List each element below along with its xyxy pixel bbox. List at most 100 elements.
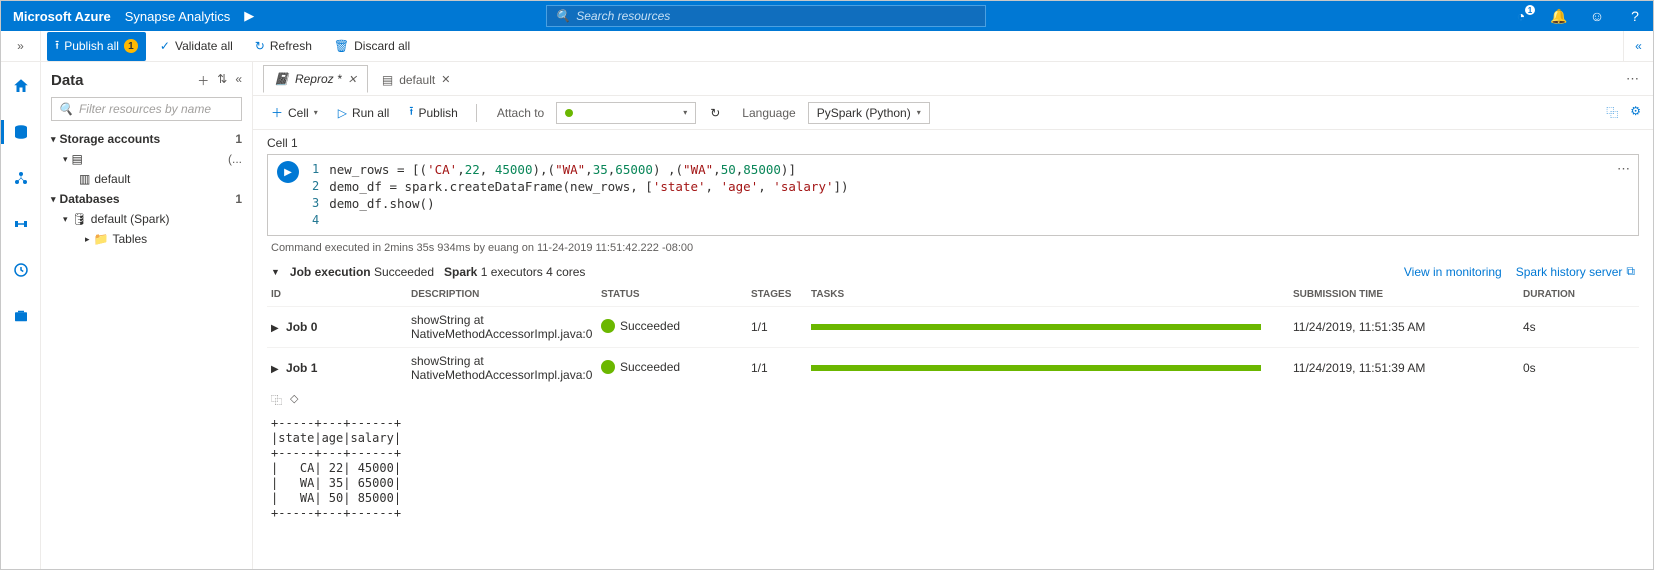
refresh-label: Refresh bbox=[270, 39, 312, 53]
add-cell-button[interactable]: ＋Cell▾ bbox=[265, 101, 324, 124]
plus-icon: ＋ bbox=[271, 104, 283, 121]
run-all-button[interactable]: ▷Run all bbox=[332, 103, 396, 123]
job-submission: 11/24/2019, 11:51:39 AM bbox=[1289, 348, 1519, 389]
storage-ellipsis: (... bbox=[228, 152, 242, 166]
status-connected-icon bbox=[565, 109, 573, 117]
storage-icon: ▤ bbox=[382, 73, 393, 87]
language-label: Language bbox=[742, 106, 795, 120]
nav-home-icon[interactable] bbox=[9, 74, 33, 98]
nav-monitor-icon[interactable] bbox=[9, 258, 33, 282]
notebook-toolbar: ＋Cell▾ ▷Run all ⭱Publish Attach to ▾ ↻ L… bbox=[253, 96, 1653, 130]
nav-rail bbox=[1, 62, 41, 569]
refresh-icon: ↻ bbox=[710, 106, 720, 120]
tables-label: Tables bbox=[112, 232, 147, 246]
clear-output-button[interactable]: ◇ bbox=[290, 392, 298, 408]
view-monitoring-link[interactable]: View in monitoring bbox=[1404, 264, 1502, 279]
close-icon[interactable]: ✕ bbox=[348, 73, 357, 86]
caret-right-icon[interactable]: ▶ bbox=[244, 8, 254, 24]
workspace: 📓 Reproz * ✕ ▤ default ✕ ⋯ ＋Cell▾ ▷Run a… bbox=[253, 62, 1653, 569]
nav-develop-icon[interactable] bbox=[9, 166, 33, 190]
settings-icon[interactable]: ⚙ bbox=[1630, 104, 1641, 121]
tab-default[interactable]: ▤ default ✕ bbox=[372, 65, 461, 93]
collapse-panel-button[interactable]: « bbox=[1623, 31, 1653, 61]
cell-menu-button[interactable]: ⋯ bbox=[1609, 155, 1638, 235]
close-icon[interactable]: ✕ bbox=[441, 73, 450, 86]
chevron-down-icon: ▾ bbox=[314, 108, 318, 117]
help-icon[interactable]: ? bbox=[1627, 8, 1643, 24]
publish-all-label: Publish all bbox=[64, 39, 119, 53]
discard-all-button[interactable]: 🗑 Discard all bbox=[326, 35, 418, 57]
folder-icon: 📁 bbox=[94, 232, 109, 246]
run-cell-button[interactable]: ▶ bbox=[277, 161, 299, 183]
caret-down-icon: ▾ bbox=[63, 214, 68, 225]
upload-icon: ⭱ bbox=[409, 102, 413, 123]
bell-icon[interactable]: 🔔 bbox=[1551, 8, 1567, 24]
external-link-icon: ⧉ bbox=[1626, 264, 1635, 279]
publish-label: Publish bbox=[419, 106, 458, 120]
job-exec-label: Job execution bbox=[290, 265, 371, 279]
search-icon: 🔍 bbox=[555, 9, 570, 23]
publish-button[interactable]: ⭱ Publish bbox=[403, 99, 464, 126]
task-progress-bar bbox=[811, 365, 1261, 371]
add-icon[interactable]: ＋ bbox=[197, 72, 209, 89]
table-row[interactable]: ▶ Job 0 showString at NativeMethodAccess… bbox=[267, 307, 1639, 348]
top-header: Microsoft Azure Synapse Analytics ▶ 🔍 Se… bbox=[1, 1, 1653, 31]
spark-history-link[interactable]: Spark history server ⧉ bbox=[1516, 264, 1635, 279]
nav-manage-icon[interactable] bbox=[9, 304, 33, 328]
feedback-icon[interactable]: ☺ bbox=[1589, 8, 1605, 24]
chevron-down-icon: ▾ bbox=[917, 108, 921, 117]
brand-product[interactable]: Synapse Analytics bbox=[125, 9, 231, 24]
brand-azure[interactable]: Microsoft Azure bbox=[13, 9, 111, 24]
divider bbox=[476, 104, 477, 122]
task-progress-bar bbox=[811, 324, 1261, 330]
attach-to-dropdown[interactable]: ▾ bbox=[556, 102, 696, 124]
caret-down-icon: ▾ bbox=[63, 154, 68, 165]
status-succeeded: Succeeded bbox=[601, 319, 680, 333]
nav-integrate-icon[interactable] bbox=[9, 212, 33, 236]
container-default-item[interactable]: ▥ default bbox=[41, 169, 252, 189]
panel-title: Data bbox=[51, 72, 197, 89]
storage-account-item[interactable]: ▾ ▤ (... bbox=[41, 149, 252, 169]
database-default-spark[interactable]: ▾ 🛢 default (Spark) bbox=[41, 209, 252, 229]
run-all-label: Run all bbox=[352, 106, 389, 120]
refresh-button[interactable]: ↻ Refresh bbox=[247, 35, 320, 57]
caret-right-icon[interactable]: ▶ bbox=[271, 364, 283, 375]
job-id: Job 1 bbox=[286, 361, 317, 375]
outline-icon[interactable]: ⿻ bbox=[1606, 104, 1618, 121]
databases-node[interactable]: ▾ Databases 1 bbox=[41, 189, 252, 209]
databases-count: 1 bbox=[235, 192, 242, 206]
panel-menu-icon[interactable]: ⇅ bbox=[217, 72, 227, 89]
filter-input[interactable]: 🔍 Filter resources by name bbox=[51, 97, 242, 121]
language-dropdown[interactable]: PySpark (Python) ▾ bbox=[808, 102, 930, 124]
job-desc: showString at NativeMethodAccessorImpl.j… bbox=[407, 307, 597, 348]
tab-reproz[interactable]: 📓 Reproz * ✕ bbox=[263, 65, 368, 93]
job-submission: 11/24/2019, 11:51:35 AM bbox=[1289, 307, 1519, 348]
filter-placeholder: Filter resources by name bbox=[79, 102, 211, 116]
nav-data-icon[interactable] bbox=[9, 120, 33, 144]
validate-all-button[interactable]: ✓ Validate all bbox=[152, 35, 241, 57]
job-duration: 4s bbox=[1519, 307, 1639, 348]
col-stages: STAGES bbox=[747, 283, 807, 307]
expand-rail-button[interactable]: » bbox=[1, 31, 41, 61]
code-editor[interactable]: new_rows = [('CA',22, 45000),("WA",35,65… bbox=[329, 155, 1609, 235]
refresh-icon: ↻ bbox=[255, 39, 265, 53]
job-execution-header[interactable]: ▼ Job execution Succeeded Spark 1 execut… bbox=[267, 260, 1639, 283]
restart-kernel-button[interactable]: ↻ bbox=[704, 103, 726, 123]
search-input[interactable]: 🔍 Search resources bbox=[546, 5, 986, 27]
tab-overflow-menu[interactable]: ⋯ bbox=[1612, 71, 1653, 87]
col-id: ID bbox=[267, 283, 407, 307]
spark-label: Spark bbox=[444, 265, 477, 279]
table-row[interactable]: ▶ Job 1 showString at NativeMethodAccess… bbox=[267, 348, 1639, 389]
publish-all-button[interactable]: ⭱ Publish all 1 bbox=[47, 32, 146, 61]
spark-detail: 1 executors 4 cores bbox=[481, 265, 586, 279]
filter-icon[interactable]: ◔1 bbox=[1513, 8, 1529, 24]
collapse-icon[interactable]: « bbox=[235, 72, 242, 89]
tables-node[interactable]: ▸ 📁 Tables bbox=[41, 229, 252, 249]
storage-accounts-node[interactable]: ▾ Storage accounts 1 bbox=[41, 129, 252, 149]
storage-icon: ▤ bbox=[72, 152, 83, 166]
job-stages: 1/1 bbox=[747, 307, 807, 348]
databases-label: Databases bbox=[60, 192, 120, 206]
caret-right-icon[interactable]: ▶ bbox=[271, 323, 283, 334]
copy-output-button[interactable]: ⿻ bbox=[271, 392, 282, 408]
job-desc: showString at NativeMethodAccessorImpl.j… bbox=[407, 348, 597, 389]
